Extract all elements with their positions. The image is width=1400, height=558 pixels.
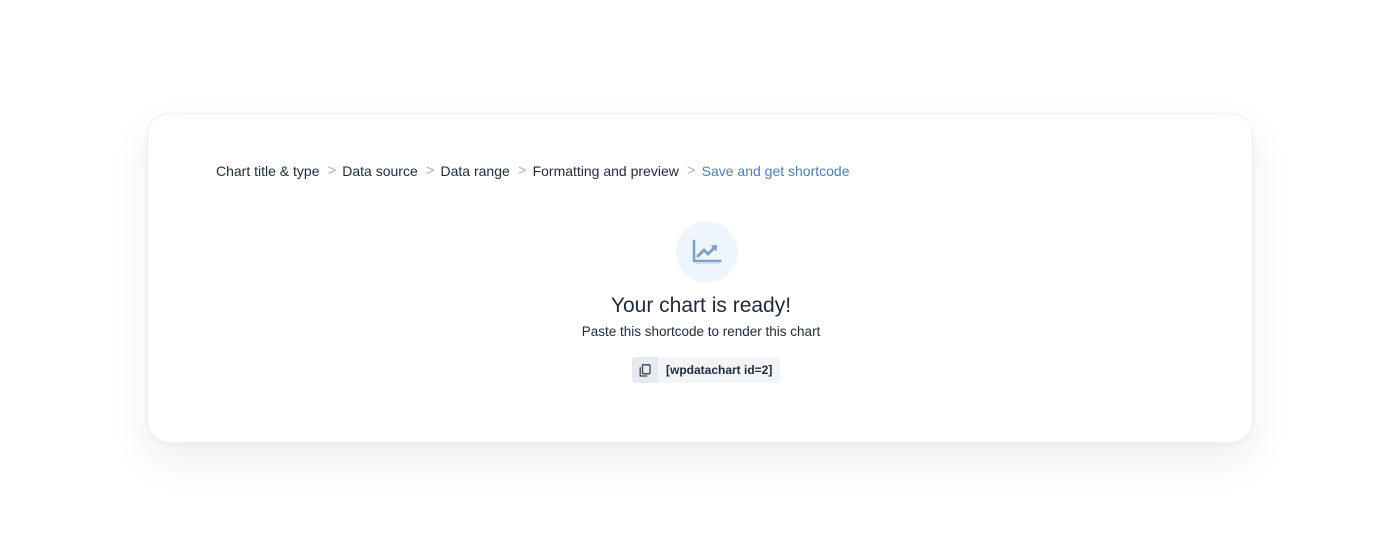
success-title: Your chart is ready! — [610, 294, 792, 317]
breadcrumb-step-formatting-preview[interactable]: Formatting and preview — [533, 163, 679, 179]
copy-shortcode-button[interactable] — [632, 357, 658, 383]
shortcode-field: [wpdatachart id=2] — [632, 357, 781, 383]
chart-ready-icon-badge — [676, 221, 738, 283]
breadcrumb-step-save-shortcode[interactable]: Save and get shortcode — [702, 163, 850, 179]
chart-wizard-card: Chart title & type > Data source > Data … — [147, 113, 1253, 443]
breadcrumb: Chart title & type > Data source > Data … — [216, 163, 850, 179]
breadcrumb-step-data-source[interactable]: Data source — [342, 163, 417, 179]
breadcrumb-separator: > — [425, 162, 435, 179]
shortcode-value[interactable]: [wpdatachart id=2] — [658, 357, 780, 383]
copy-icon — [639, 363, 651, 377]
breadcrumb-step-chart-title-type[interactable]: Chart title & type — [216, 163, 320, 179]
chart-trend-icon — [692, 239, 722, 264]
breadcrumb-separator: > — [327, 162, 337, 179]
breadcrumb-step-data-range[interactable]: Data range — [441, 163, 510, 179]
breadcrumb-separator: > — [686, 162, 696, 179]
breadcrumb-separator: > — [517, 162, 527, 179]
success-subtitle: Paste this shortcode to render this char… — [581, 324, 821, 339]
